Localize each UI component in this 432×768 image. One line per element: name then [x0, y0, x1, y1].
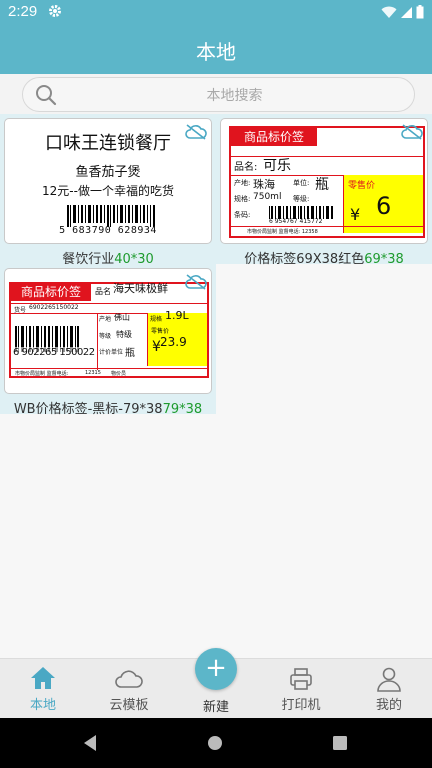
origin-value: 佛山: [114, 313, 130, 322]
code-value: 6902265150022: [29, 304, 79, 311]
price-tag-footer: 市物价局监制 监督电话: 12358: [247, 229, 318, 235]
nav-local[interactable]: 本地: [0, 659, 86, 719]
search-icon: [35, 84, 57, 110]
price-value: 6: [376, 192, 392, 220]
status-time: 2:29: [8, 3, 38, 20]
template-card[interactable]: 商品标价签 品名: 可乐 零售价 ¥ 6 产地: 珠海 单位: 瓶 规格: 75…: [216, 114, 432, 267]
spec-value: 1.9L: [165, 309, 189, 322]
battery-icon: [416, 5, 424, 19]
price-label: 零售价: [151, 328, 170, 335]
template-card[interactable]: 口味王连锁餐厅 鱼香茄子煲 12元--做一个幸福的吃货 5 683790 628…: [0, 114, 216, 267]
grade-label: 等级: [99, 333, 112, 340]
nav-mine-label: 我的: [375, 698, 402, 713]
back-icon[interactable]: [82, 734, 98, 756]
spec-label: 规格:: [234, 195, 251, 203]
user-icon: [376, 666, 402, 696]
nav-local-label: 本地: [29, 698, 56, 713]
app-bar: 本地: [0, 24, 432, 74]
code-label: 条码:: [234, 211, 251, 219]
grade-value: 特级: [116, 330, 132, 339]
price-value: 23.9: [160, 335, 187, 349]
currency-symbol: ¥: [350, 205, 361, 224]
cloud-sync-off-icon[interactable]: [185, 274, 207, 294]
printer-icon: [289, 667, 313, 695]
template-name: 价格标签69X38红色: [244, 252, 365, 267]
wifi-icon: [381, 6, 397, 18]
grade-label: 等级:: [293, 195, 310, 203]
origin-label: 产地: [99, 316, 112, 323]
recents-icon[interactable]: [332, 735, 348, 755]
plus-icon: +: [205, 653, 227, 683]
product-label: 品名:: [234, 162, 258, 173]
unit-label: 计价单位: [99, 349, 124, 356]
system-navigation-bar: [0, 718, 432, 768]
preview-slogan: 12元--做一个幸福的吃货: [42, 184, 174, 198]
footer-phone: 12315: [85, 370, 101, 376]
page-title: 本地: [196, 40, 236, 64]
cloud-sync-off-icon[interactable]: [185, 124, 207, 144]
nav-cloud[interactable]: 云模板: [86, 659, 172, 719]
nav-printer[interactable]: 打印机: [258, 659, 344, 719]
template-card[interactable]: 商品标价签 品名 海天味极鲜 货号 6902265150022 零售价 ¥ 23…: [0, 264, 216, 417]
system-icons: [381, 5, 424, 19]
price-tag-frame: 商品标价签 品名 海天味极鲜 货号 6902265150022 零售价 ¥ 23…: [9, 282, 209, 378]
template-preview: 商品标价签 品名 海天味极鲜 货号 6902265150022 零售价 ¥ 23…: [4, 268, 212, 394]
origin-value: 珠海: [253, 178, 275, 191]
nav-printer-label: 打印机: [281, 698, 321, 713]
cloud-icon: [115, 669, 143, 693]
signal-icon: [401, 6, 412, 18]
price-tag-frame: 商品标价签 品名: 可乐 零售价 ¥ 6 产地: 珠海 单位: 瓶 规格: 75…: [229, 126, 425, 238]
product-name: 海天味极鲜: [113, 282, 168, 295]
home-icon: [30, 665, 56, 695]
price-tag-heading: 商品标价签: [11, 284, 91, 301]
price-box: 零售价 ¥ 6: [343, 175, 423, 233]
search-box[interactable]: [22, 77, 415, 112]
footer-note: 市物价局监制 监督电话:: [15, 371, 69, 377]
nav-cloud-label: 云模板: [109, 698, 149, 713]
status-bar: 2:29: [0, 0, 432, 24]
new-template-button[interactable]: +: [195, 648, 237, 690]
spec-label: 规格: [150, 316, 163, 323]
footer-clerk: 物价员: [111, 371, 127, 377]
preview-dish: 鱼香茄子煲: [75, 165, 141, 180]
template-caption: 价格标签69X38红色69*38: [216, 248, 432, 267]
preview-barcode-number: 5 683790 628934: [59, 225, 157, 236]
template-size: 79*38: [162, 402, 203, 417]
preview-store-name: 口味王连锁餐厅: [45, 133, 171, 154]
template-caption: WB价格标签-黑标-79*3879*38: [0, 398, 216, 417]
nav-mine[interactable]: 我的: [346, 659, 432, 719]
barcode-graphic: [67, 205, 155, 227]
price-tag-heading: 商品标价签: [231, 128, 317, 146]
template-size: 69*38: [364, 252, 404, 267]
origin-label: 产地:: [234, 179, 251, 187]
unit-value: 瓶: [125, 348, 135, 359]
template-preview: 商品标价签 品名: 可乐 零售价 ¥ 6 产地: 珠海 单位: 瓶 规格: 75…: [220, 118, 428, 244]
spec-value: 750ml: [253, 192, 282, 202]
price-label: 零售价: [348, 181, 376, 191]
template-preview: 口味王连锁餐厅 鱼香茄子煲 12元--做一个幸福的吃货 5 683790 628…: [4, 118, 212, 244]
home-button-icon[interactable]: [207, 735, 223, 755]
product-name: 可乐: [263, 158, 291, 174]
search-input[interactable]: [67, 85, 402, 107]
cloud-sync-off-icon[interactable]: [401, 124, 423, 144]
product-label: 品名: [95, 287, 111, 296]
search-area: [0, 74, 432, 114]
settings-gear-icon: [48, 4, 62, 22]
barcode-number: 6 954767 415772: [269, 218, 323, 225]
unit-value: 瓶: [315, 177, 329, 193]
unit-label: 单位:: [293, 179, 310, 187]
nav-new-label: 新建: [202, 700, 229, 715]
template-name: WB价格标签-黑标-79*38: [13, 402, 163, 417]
barcode-number: 6 902265 150022: [13, 347, 95, 358]
